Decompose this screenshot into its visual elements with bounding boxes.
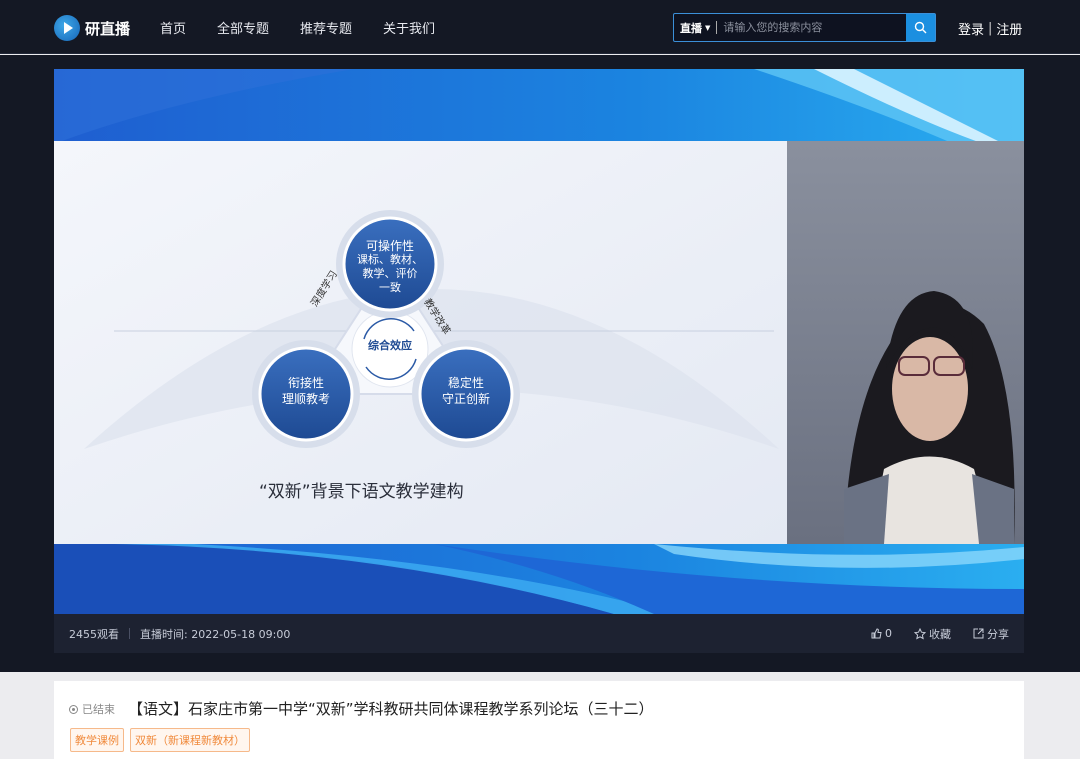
favorite-button[interactable]: 收藏 (914, 626, 951, 642)
top-nav: 研直播 首页 全部专题 推荐专题 关于我们 直播 ▼ 登录 | 注册 (0, 0, 1080, 54)
node-top-line: 可操作性 (365, 239, 414, 253)
nav-all-topics[interactable]: 全部专题 (217, 18, 269, 37)
logo[interactable]: 研直播 (54, 15, 130, 41)
node-right-line: 守正创新 (441, 392, 490, 406)
star-icon (914, 627, 926, 639)
search-icon (914, 21, 927, 34)
share-icon (973, 628, 984, 639)
video-player[interactable]: 可操作性 课标、教材、 教学、评价 一致 衔接性 理顺教考 稳定性 守正创新 综… (54, 69, 1024, 614)
live-status: 已结束 (69, 701, 115, 717)
course-info-panel: 已结束 【语文】石家庄市第一中学“双新”学科教研共同体课程教学系列论坛（三十二）… (54, 681, 1024, 759)
video-actions: 0 收藏 分享 (849, 626, 1009, 642)
live-time: 直播时间: 2022-05-18 09:00 (140, 627, 291, 641)
search-input[interactable] (723, 21, 906, 34)
node-right-text: 稳定性 守正创新 (424, 375, 508, 407)
status-dot-icon (69, 704, 78, 714)
like-button[interactable]: 0 (871, 627, 892, 640)
node-right-line: 稳定性 (447, 376, 484, 390)
register-link[interactable]: 注册 (996, 19, 1022, 38)
node-left-line: 理顺教考 (281, 392, 330, 406)
node-top-text: 可操作性 课标、教材、 教学、评价 一致 (344, 239, 436, 295)
share-button[interactable]: 分享 (973, 626, 1009, 642)
node-left-line: 衔接性 (287, 376, 324, 390)
status-label: 已结束 (82, 703, 115, 716)
main-nav: 首页 全部专题 推荐专题 关于我们 (160, 18, 466, 37)
tag-item[interactable]: 教学课例 (70, 728, 124, 752)
nav-recommended-topics[interactable]: 推荐专题 (300, 18, 352, 37)
tag-item[interactable]: 双新（新课程新教材） (130, 728, 250, 752)
center-label: 综合效应 (368, 339, 412, 352)
node-left-text: 衔接性 理顺教考 (264, 375, 348, 407)
search-box: 直播 ▼ (673, 13, 936, 42)
logo-text: 研直播 (85, 19, 131, 38)
node-top-line: 教学、评价 (362, 267, 418, 280)
search-category-select[interactable]: 直播 ▼ (674, 20, 710, 36)
slide-caption: “双新”背景下语文教学建构 (259, 482, 464, 502)
video-frame (54, 69, 1024, 614)
bar-divider (129, 628, 130, 639)
search-divider (716, 21, 718, 34)
nav-home[interactable]: 首页 (160, 18, 186, 37)
caret-down-icon: ▼ (705, 23, 711, 32)
like-count: 0 (885, 627, 892, 640)
favorite-label: 收藏 (929, 627, 951, 641)
share-label: 分享 (987, 627, 1009, 641)
auth-links: 登录 | 注册 (958, 19, 1022, 38)
nav-about-us[interactable]: 关于我们 (383, 18, 435, 37)
auth-divider: | (988, 21, 993, 36)
view-count: 2455观看 (69, 627, 119, 641)
video-info-bar: 2455观看 直播时间: 2022-05-18 09:00 0 收藏 分享 (54, 614, 1024, 653)
logo-play-icon (54, 15, 80, 41)
login-link[interactable]: 登录 (958, 19, 984, 38)
course-title: 【语文】石家庄市第一中学“双新”学科教研共同体课程教学系列论坛（三十二） (128, 700, 654, 718)
search-button[interactable] (906, 14, 935, 41)
node-top-line: 课标、教材、 (357, 253, 423, 266)
thumb-up-icon (871, 628, 882, 639)
node-top-line: 一致 (379, 281, 401, 294)
tag-list: 教学课例 双新（新课程新教材） (70, 728, 256, 752)
search-category-label: 直播 (680, 21, 702, 35)
